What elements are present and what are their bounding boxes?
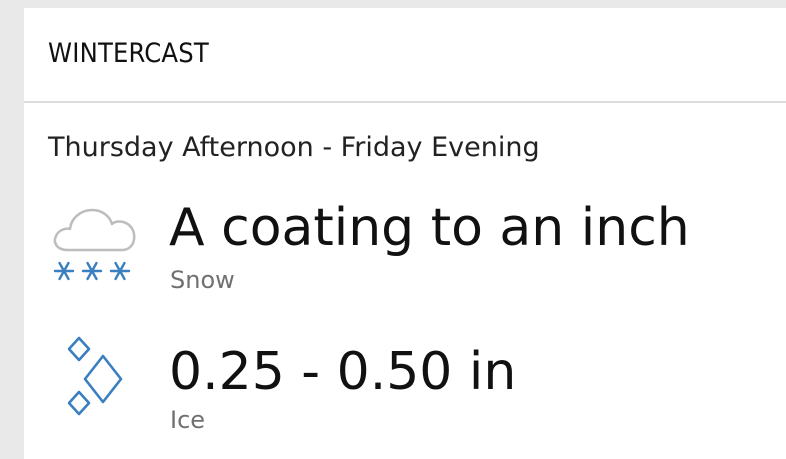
forecast-row-snow: A coating to an inch Snow [24, 198, 786, 308]
ice-amount: 0.25 - 0.50 in [169, 342, 517, 402]
snow-cloud-icon [50, 198, 142, 297]
brand-title: WINTERCAST [48, 38, 209, 69]
forecast-row-ice: 0.25 - 0.50 in Ice [24, 336, 786, 446]
snow-amount: A coating to an inch [169, 198, 690, 258]
forecast-period: Thursday Afternoon - Friday Evening [48, 132, 540, 163]
card-header: WINTERCAST [24, 8, 786, 103]
ice-diamonds-icon [64, 336, 134, 430]
forecast-card: WINTERCAST Thursday Afternoon - Friday E… [24, 8, 786, 459]
snow-label: Snow [170, 266, 235, 294]
ice-label: Ice [170, 406, 206, 434]
